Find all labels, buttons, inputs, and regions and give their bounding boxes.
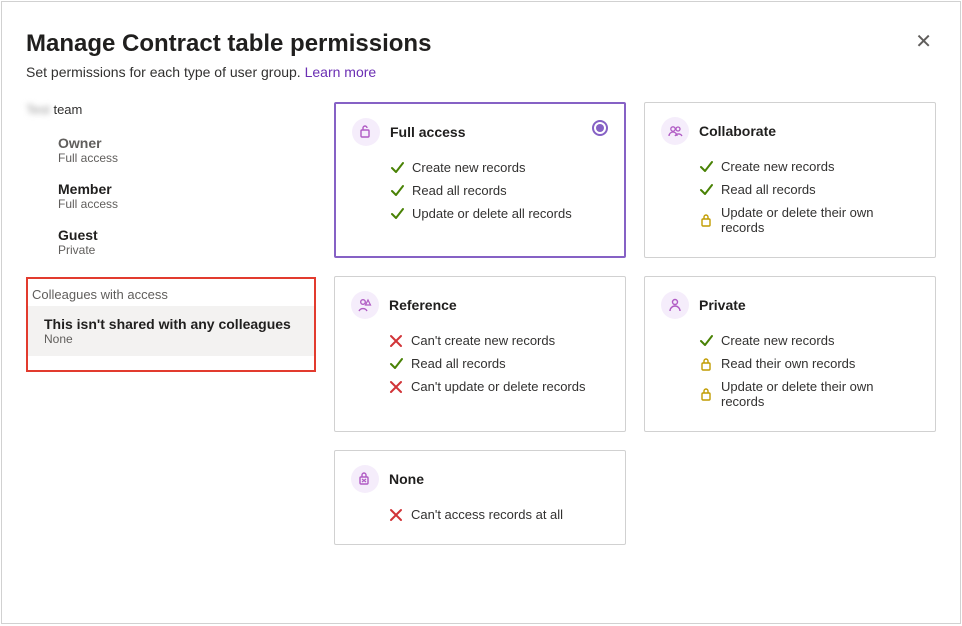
card-feature-text: Create new records	[412, 160, 525, 175]
card-feature-text: Update or delete their own records	[721, 379, 919, 409]
unlock-icon	[352, 118, 380, 146]
permission-card-collaborate[interactable]: Collaborate Create new records Read all re…	[644, 102, 936, 258]
card-feature-text: Update or delete all records	[412, 206, 572, 221]
permission-cards: Full access Create new records Read all re…	[334, 102, 936, 545]
sidebar-item-colleagues[interactable]: This isn't shared with any colleagues No…	[28, 306, 314, 356]
sidebar-item-owner[interactable]: Owner Full access	[26, 127, 316, 173]
cross-icon	[389, 380, 403, 394]
permission-card-full-access[interactable]: Full access Create new records Read all re…	[334, 102, 626, 258]
permission-card-private[interactable]: Private Create new records Read their own …	[644, 276, 936, 432]
check-icon	[390, 161, 404, 175]
card-feature: Read all records	[661, 178, 919, 201]
page-subtitle: Set permissions for each type of user gr…	[26, 64, 936, 80]
person-icon	[30, 227, 48, 245]
card-feature-text: Create new records	[721, 333, 834, 348]
lock-icon	[699, 387, 713, 401]
person-gear-icon	[30, 135, 48, 153]
person-warn-icon	[351, 291, 379, 319]
sidebar-item-guest[interactable]: Guest Private	[26, 219, 316, 265]
card-title: None	[389, 471, 424, 487]
cross-icon	[389, 508, 403, 522]
card-feature: Create new records	[661, 155, 919, 178]
radio-selected-icon	[592, 120, 608, 136]
card-title: Reference	[389, 297, 457, 313]
learn-more-link[interactable]: Learn more	[305, 64, 377, 80]
card-feature: Update or delete their own records	[661, 201, 919, 239]
lock-icon	[699, 213, 713, 227]
permission-card-none[interactable]: None Can't access records at all	[334, 450, 626, 545]
card-feature: Update or delete their own records	[661, 375, 919, 413]
check-icon	[389, 357, 403, 371]
lock-icon	[699, 357, 713, 371]
lock-x-icon	[351, 465, 379, 493]
card-feature-text: Read all records	[721, 182, 816, 197]
card-feature: Can't update or delete records	[351, 375, 609, 398]
group-icon	[661, 117, 689, 145]
cross-icon	[389, 334, 403, 348]
check-icon	[699, 334, 713, 348]
permission-card-reference[interactable]: Reference Can't create new records Read al…	[334, 276, 626, 432]
card-title: Full access	[390, 124, 466, 140]
card-feature-text: Read all records	[412, 183, 507, 198]
card-feature-text: Can't access records at all	[411, 507, 563, 522]
card-feature-text: Read all records	[411, 356, 506, 371]
close-icon[interactable]: ✕	[911, 30, 936, 54]
card-feature: Create new records	[352, 156, 608, 179]
card-feature: Read all records	[352, 179, 608, 202]
card-title: Collaborate	[699, 123, 776, 139]
card-feature-text: Update or delete their own records	[721, 205, 919, 235]
people-icon	[30, 181, 48, 199]
check-icon	[390, 184, 404, 198]
person-icon	[661, 291, 689, 319]
card-feature: Can't create new records	[351, 329, 609, 352]
sidebar-item-member[interactable]: Member Full access	[26, 173, 316, 219]
colleagues-section: Colleagues with access This isn't shared…	[26, 277, 316, 372]
card-feature: Create new records	[661, 329, 919, 352]
card-feature-text: Can't update or delete records	[411, 379, 585, 394]
check-icon	[390, 207, 404, 221]
card-feature: Can't access records at all	[351, 503, 609, 526]
team-label: Test team	[26, 102, 316, 117]
card-feature-text: Create new records	[721, 159, 834, 174]
card-title: Private	[699, 297, 746, 313]
sidebar: Test team Owner Full access Member Full …	[26, 102, 316, 545]
page-title: Manage Contract table permissions	[26, 30, 431, 58]
card-feature-text: Read their own records	[721, 356, 855, 371]
card-feature: Read their own records	[661, 352, 919, 375]
check-icon	[699, 183, 713, 197]
check-icon	[699, 160, 713, 174]
card-feature-text: Can't create new records	[411, 333, 555, 348]
card-feature: Update or delete all records	[352, 202, 608, 225]
card-feature: Read all records	[351, 352, 609, 375]
colleagues-header: Colleagues with access	[28, 279, 314, 306]
